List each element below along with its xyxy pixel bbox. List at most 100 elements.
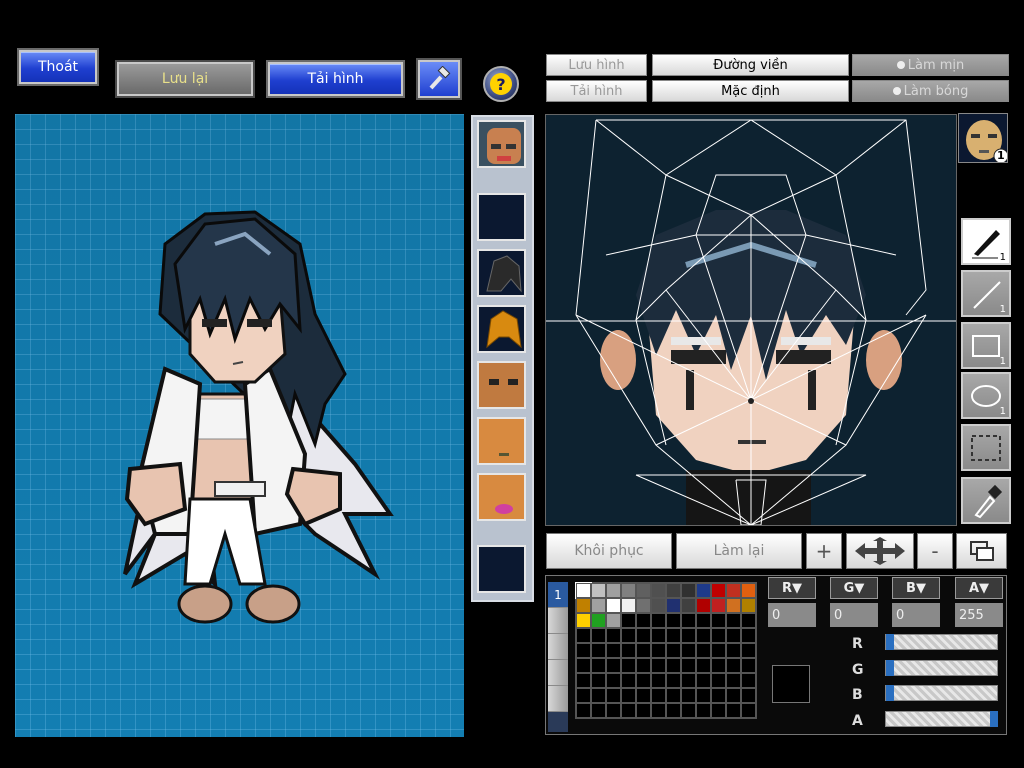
default-button[interactable]: Mặc định bbox=[652, 80, 849, 102]
palette-swatch[interactable] bbox=[591, 628, 606, 643]
thumbnail-item[interactable] bbox=[477, 545, 526, 593]
thumbnail-item[interactable] bbox=[477, 249, 526, 297]
palette-swatch[interactable] bbox=[711, 643, 726, 658]
palette-swatch[interactable] bbox=[636, 613, 651, 628]
slider-knob[interactable] bbox=[886, 634, 894, 650]
palette-swatch[interactable] bbox=[651, 643, 666, 658]
palette-swatch[interactable] bbox=[591, 658, 606, 673]
palette-swatch[interactable] bbox=[696, 688, 711, 703]
palette-swatch[interactable] bbox=[666, 628, 681, 643]
redo-button[interactable]: Làm lại bbox=[676, 533, 802, 569]
palette-swatch[interactable] bbox=[741, 658, 756, 673]
zoom-out-button[interactable]: - bbox=[917, 533, 953, 569]
red-slider[interactable] bbox=[885, 634, 998, 650]
palette-swatch[interactable] bbox=[651, 703, 666, 718]
blue-slider[interactable] bbox=[885, 685, 998, 701]
palette-page-tab[interactable] bbox=[548, 686, 568, 712]
palette-swatch[interactable] bbox=[591, 598, 606, 613]
palette-swatch[interactable] bbox=[741, 673, 756, 688]
save-button[interactable]: Lưu lại bbox=[115, 60, 255, 98]
face-edit-canvas[interactable] bbox=[545, 114, 957, 526]
slider-knob[interactable] bbox=[886, 685, 894, 701]
palette-swatch[interactable] bbox=[606, 598, 621, 613]
palette-swatch[interactable] bbox=[666, 583, 681, 598]
blue-value-input[interactable]: 0 bbox=[892, 603, 940, 627]
line-tool[interactable]: 1 bbox=[961, 270, 1011, 317]
help-button[interactable]: ? bbox=[483, 66, 519, 102]
palette-swatch[interactable] bbox=[576, 703, 591, 718]
palette-swatch[interactable] bbox=[681, 703, 696, 718]
palette-swatch[interactable] bbox=[606, 688, 621, 703]
palette-swatch[interactable] bbox=[711, 658, 726, 673]
palette-swatch[interactable] bbox=[741, 628, 756, 643]
palette-swatch[interactable] bbox=[591, 703, 606, 718]
alpha-slider[interactable] bbox=[885, 711, 998, 727]
palette-swatch[interactable] bbox=[741, 688, 756, 703]
green-value-input[interactable]: 0 bbox=[830, 603, 878, 627]
alpha-value-input[interactable]: 255 bbox=[955, 603, 1003, 627]
palette-swatch[interactable] bbox=[636, 628, 651, 643]
palette-swatch[interactable] bbox=[576, 673, 591, 688]
gloss-toggle[interactable]: Làm bóng bbox=[852, 80, 1009, 102]
palette-swatch[interactable] bbox=[636, 583, 651, 598]
palette-swatch[interactable] bbox=[711, 703, 726, 718]
palette-swatch[interactable] bbox=[696, 673, 711, 688]
palette-swatch[interactable] bbox=[681, 643, 696, 658]
palette-swatch[interactable] bbox=[666, 613, 681, 628]
exit-button[interactable]: Thoát bbox=[17, 48, 99, 86]
palette-swatch[interactable] bbox=[606, 673, 621, 688]
palette-swatch[interactable] bbox=[666, 688, 681, 703]
palette-swatch[interactable] bbox=[636, 703, 651, 718]
palette-swatch[interactable] bbox=[591, 643, 606, 658]
palette-swatch[interactable] bbox=[726, 688, 741, 703]
load-button[interactable]: Tải hình bbox=[266, 60, 405, 98]
palette-swatch[interactable] bbox=[711, 673, 726, 688]
palette-swatch[interactable] bbox=[606, 643, 621, 658]
palette-swatch[interactable] bbox=[726, 658, 741, 673]
ellipse-tool[interactable]: 1 bbox=[961, 372, 1011, 419]
palette-swatch[interactable] bbox=[606, 583, 621, 598]
blue-channel-header[interactable]: B ▼ bbox=[892, 577, 940, 599]
palette-swatch[interactable] bbox=[606, 703, 621, 718]
palette-swatch[interactable] bbox=[621, 688, 636, 703]
palette-swatch[interactable] bbox=[696, 658, 711, 673]
palette-swatch[interactable] bbox=[666, 598, 681, 613]
palette-swatch[interactable] bbox=[681, 628, 696, 643]
palette-page-tab[interactable] bbox=[548, 660, 568, 686]
palette-page-tab[interactable] bbox=[548, 634, 568, 660]
palette-swatch[interactable] bbox=[696, 643, 711, 658]
palette-swatch[interactable] bbox=[666, 703, 681, 718]
palette-swatch[interactable] bbox=[681, 613, 696, 628]
palette-swatch[interactable] bbox=[636, 643, 651, 658]
palette-swatch[interactable] bbox=[711, 583, 726, 598]
palette-swatch[interactable] bbox=[636, 658, 651, 673]
palette-swatch[interactable] bbox=[576, 598, 591, 613]
thumbnail-item[interactable] bbox=[477, 417, 526, 465]
current-avatar-thumbnail[interactable]: 1 bbox=[958, 113, 1008, 163]
smooth-toggle[interactable]: Làm mịn bbox=[852, 54, 1009, 76]
palette-swatch[interactable] bbox=[726, 703, 741, 718]
outline-button[interactable]: Đường viền bbox=[652, 54, 849, 76]
palette-swatch[interactable] bbox=[621, 703, 636, 718]
palette-swatch[interactable] bbox=[666, 658, 681, 673]
zoom-in-button[interactable]: + bbox=[806, 533, 842, 569]
palette-swatch[interactable] bbox=[606, 658, 621, 673]
palette-swatch[interactable] bbox=[666, 643, 681, 658]
palette-swatch[interactable] bbox=[711, 598, 726, 613]
palette-swatch[interactable] bbox=[621, 613, 636, 628]
palette-swatch[interactable] bbox=[621, 628, 636, 643]
palette-swatch[interactable] bbox=[576, 643, 591, 658]
palette-swatch[interactable] bbox=[621, 658, 636, 673]
palette-swatch[interactable] bbox=[711, 613, 726, 628]
save-image-button[interactable]: Lưu hình bbox=[546, 54, 647, 76]
green-channel-header[interactable]: G ▼ bbox=[830, 577, 878, 599]
palette-swatch[interactable] bbox=[621, 673, 636, 688]
palette-swatch[interactable] bbox=[741, 613, 756, 628]
palette-swatch[interactable] bbox=[651, 583, 666, 598]
palette-swatch[interactable] bbox=[726, 628, 741, 643]
palette-swatch[interactable] bbox=[726, 583, 741, 598]
palette-swatch[interactable] bbox=[696, 598, 711, 613]
palette-page-tab[interactable] bbox=[548, 608, 568, 634]
palette-swatch[interactable] bbox=[681, 658, 696, 673]
palette-swatch[interactable] bbox=[576, 688, 591, 703]
